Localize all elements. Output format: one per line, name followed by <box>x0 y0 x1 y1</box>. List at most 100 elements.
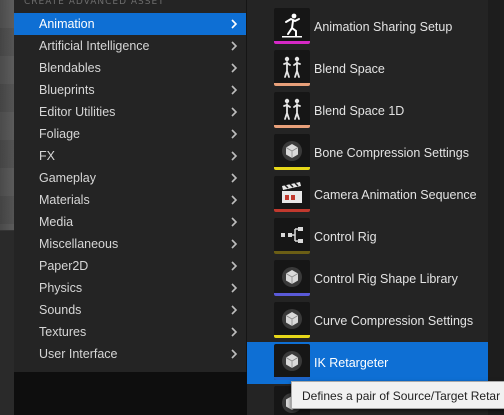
menu-item-physics[interactable]: Physics <box>14 277 246 299</box>
asset-thumbnail <box>274 92 310 128</box>
asset-list-scrollbar[interactable] <box>488 0 504 415</box>
asset-type-stripe <box>274 209 310 212</box>
menu-item-label: Media <box>39 215 74 229</box>
asset-item-camera-animation-sequence[interactable]: Camera Animation Sequence <box>247 174 488 216</box>
asset-label: Animation Sharing Setup <box>314 20 453 34</box>
menu-item-label: Materials <box>39 193 90 207</box>
chevron-right-icon <box>230 19 238 29</box>
asset-item-ik-retargeter[interactable]: IK Retargeter <box>247 342 488 384</box>
menu-item-foliage[interactable]: Foliage <box>14 123 246 145</box>
asset-item-bone-compression-settings[interactable]: Bone Compression Settings <box>247 132 488 174</box>
chevron-right-icon <box>230 107 238 117</box>
asset-thumbnail <box>274 134 310 170</box>
menu-item-editor-utilities[interactable]: Editor Utilities <box>14 101 246 123</box>
asset-thumbnail <box>274 176 310 212</box>
menu-item-paper2d[interactable]: Paper2D <box>14 255 246 277</box>
asset-item-blend-space-1d[interactable]: Blend Space 1D <box>247 90 488 132</box>
menu-item-animation[interactable]: Animation <box>14 13 246 35</box>
chevron-right-icon <box>230 63 238 73</box>
asset-thumbnail <box>274 8 310 44</box>
chevron-right-icon <box>230 85 238 95</box>
asset-item-curve-compression-settings[interactable]: Curve Compression Settings <box>247 300 488 342</box>
asset-label: Control Rig <box>314 230 377 244</box>
menu-item-label: Gameplay <box>39 171 96 185</box>
asset-type-stripe <box>274 293 310 296</box>
asset-label: Blend Space 1D <box>314 104 405 118</box>
asset-label: IK Retargeter <box>314 356 389 370</box>
asset-thumbnail <box>274 302 310 338</box>
menu-item-label: Textures <box>39 325 87 339</box>
curve-compression-icon <box>282 309 302 329</box>
asset-thumbnail <box>274 260 310 296</box>
control-rig-shape-library-icon <box>282 267 302 287</box>
menu-section-header: CREATE ADVANCED ASSET <box>24 0 165 7</box>
menu-item-blendables[interactable]: Blendables <box>14 57 246 79</box>
asset-label: Bone Compression Settings <box>314 146 469 160</box>
create-asset-popup: CREATE ADVANCED ASSET Animation Artifici… <box>0 0 504 415</box>
menu-item-label: Animation <box>39 17 95 31</box>
menu-item-gameplay[interactable]: Gameplay <box>14 167 246 189</box>
asset-type-stripe <box>274 41 310 44</box>
chevron-right-icon <box>230 173 238 183</box>
chevron-right-icon <box>230 217 238 227</box>
asset-thumbnail <box>274 218 310 254</box>
menu-item-media[interactable]: Media <box>14 211 246 233</box>
menu-item-label: Blendables <box>39 61 101 75</box>
chevron-right-icon <box>230 129 238 139</box>
menu-item-materials[interactable]: Materials <box>14 189 246 211</box>
menu-item-label: Miscellaneous <box>39 237 119 251</box>
chevron-right-icon <box>230 41 238 51</box>
chevron-right-icon <box>230 195 238 205</box>
menu-item-label: FX <box>39 149 55 163</box>
chevron-right-icon <box>230 151 238 161</box>
menu-item-artificial-intelligence[interactable]: Artificial Intelligence <box>14 35 246 57</box>
menu-item-sounds[interactable]: Sounds <box>14 299 246 321</box>
menu-item-label: Sounds <box>39 303 82 317</box>
chevron-right-icon <box>230 239 238 249</box>
asset-label: Control Rig Shape Library <box>314 272 458 286</box>
asset-type-stripe <box>274 377 310 380</box>
asset-type-stripe <box>274 83 310 86</box>
menu-item-label: Artificial Intelligence <box>39 39 150 53</box>
asset-item-control-rig[interactable]: Control Rig <box>247 216 488 258</box>
menu-item-label: Paper2D <box>39 259 89 273</box>
chevron-right-icon <box>230 327 238 337</box>
asset-label: Blend Space <box>314 62 385 76</box>
asset-type-stripe <box>274 167 310 170</box>
menu-item-textures[interactable]: Textures <box>14 321 246 343</box>
menu-item-miscellaneous[interactable]: Miscellaneous <box>14 233 246 255</box>
asset-type-stripe <box>274 125 310 128</box>
menu-item-label: Editor Utilities <box>39 105 116 119</box>
camera-animation-sequence-icon <box>282 182 302 203</box>
asset-thumbnail <box>274 50 310 86</box>
bone-compression-icon <box>282 141 302 161</box>
animation-sharing-icon <box>282 13 302 38</box>
blend-space-1d-icon <box>283 98 301 120</box>
chevron-right-icon <box>230 261 238 271</box>
ik-retargeter-icon <box>282 351 302 371</box>
editor-viewport-background <box>0 0 14 415</box>
chevron-right-icon <box>230 305 238 315</box>
blend-space-icon <box>283 56 301 78</box>
asset-type-stripe <box>274 251 310 254</box>
category-menu: CREATE ADVANCED ASSET Animation Artifici… <box>14 0 247 372</box>
asset-list: Animation Sharing Setup Blend Space Blen… <box>247 0 504 415</box>
asset-label: Camera Animation Sequence <box>314 188 477 202</box>
chevron-right-icon <box>230 283 238 293</box>
asset-item-control-rig-shape-library[interactable]: Control Rig Shape Library <box>247 258 488 300</box>
asset-item-blend-space[interactable]: Blend Space <box>247 48 488 90</box>
menu-item-blueprints[interactable]: Blueprints <box>14 79 246 101</box>
asset-tooltip: Defines a pair of Source/Target Retar <box>291 381 504 409</box>
control-rig-icon <box>281 227 303 243</box>
menu-item-label: Physics <box>39 281 83 295</box>
asset-thumbnail <box>274 344 310 380</box>
category-list: Animation Artificial Intelligence Blenda… <box>14 13 246 365</box>
menu-item-user-interface[interactable]: User Interface <box>14 343 246 365</box>
asset-label: Curve Compression Settings <box>314 314 474 328</box>
menu-item-label: Blueprints <box>39 83 95 97</box>
chevron-right-icon <box>230 349 238 359</box>
menu-item-label: Foliage <box>39 127 80 141</box>
menu-item-label: User Interface <box>39 347 118 361</box>
menu-item-fx[interactable]: FX <box>14 145 246 167</box>
asset-item-animation-sharing-setup[interactable]: Animation Sharing Setup <box>247 6 488 48</box>
